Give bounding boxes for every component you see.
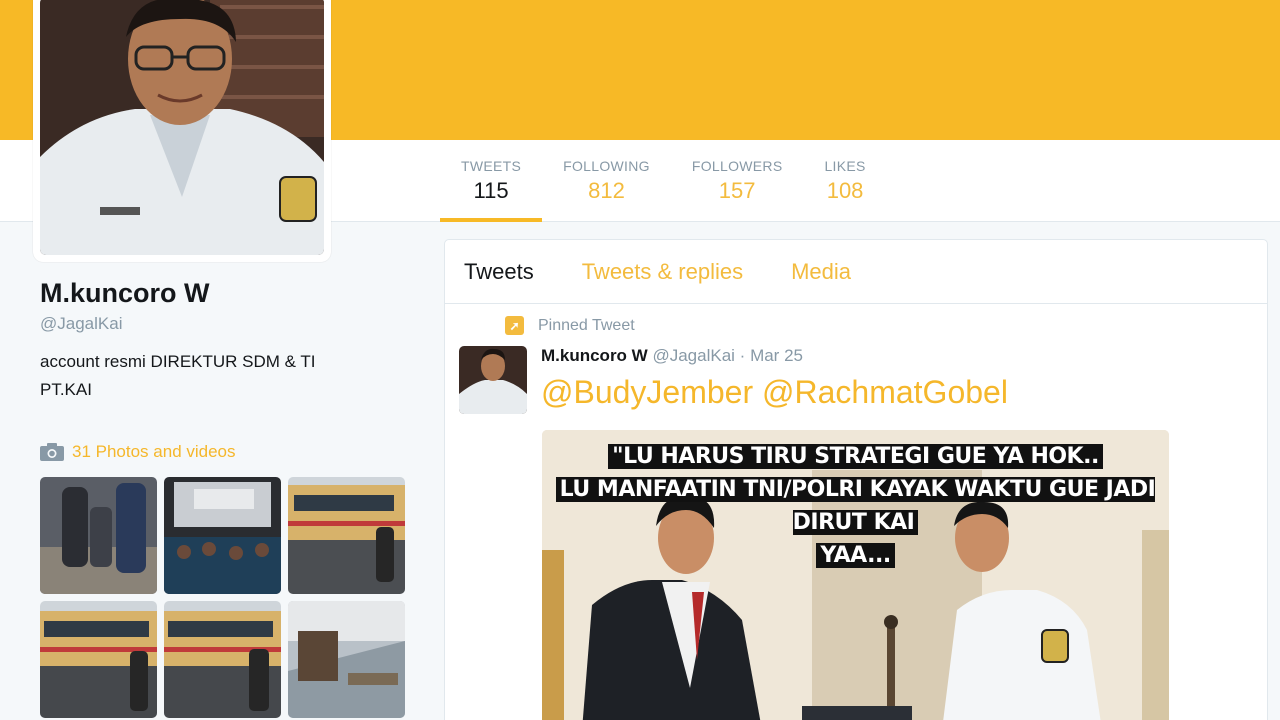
photo-grid: [40, 477, 410, 718]
pinned-label: Pinned Tweet: [538, 316, 635, 334]
tweet-header: M.kuncoro W @JagalKai · Mar 25: [541, 346, 803, 366]
tweet-text: @BudyJember @RachmatGobel: [541, 374, 1008, 411]
stat-value: 108: [826, 178, 864, 203]
meme-caption: "LU HARUS TIRU STRATEGI GUE YA HOK.. LU …: [542, 440, 1169, 572]
stat-value: 115: [473, 178, 509, 203]
meme-line: "LU HARUS TIRU STRATEGI GUE YA HOK..: [608, 444, 1103, 469]
timeline-tabs: Tweets Tweets & replies Media: [445, 240, 1267, 304]
photo-thumbnail[interactable]: [40, 601, 157, 718]
tweet-date[interactable]: Mar 25: [750, 346, 803, 365]
tweet-author-name[interactable]: M.kuncoro W: [541, 346, 648, 365]
photo-thumbnail[interactable]: [164, 477, 281, 594]
stat-likes[interactable]: LIKES 108: [803, 140, 886, 222]
timeline-panel: Tweets Tweets & replies Media ➚ Pinned T…: [444, 239, 1268, 720]
tweet-author-handle[interactable]: @JagalKai: [652, 346, 734, 365]
photo-thumbnail[interactable]: [40, 477, 157, 594]
thumbnail-image: [288, 477, 405, 594]
bio-line: account resmi DIREKTUR SDM & TI: [40, 352, 316, 371]
photos-and-videos-link[interactable]: 31 Photos and videos: [40, 442, 236, 462]
profile-stats: TWEETS 115 FOLLOWING 812 FOLLOWERS 157 L…: [440, 140, 887, 222]
mention-link[interactable]: @RachmatGobel: [762, 374, 1008, 410]
tweet-avatar-image: [459, 346, 527, 414]
tab-tweets[interactable]: Tweets: [464, 259, 534, 285]
meme-line: YAA...: [816, 543, 895, 568]
photo-thumbnail[interactable]: [288, 601, 405, 718]
stat-tweets[interactable]: TWEETS 115: [440, 140, 543, 222]
stat-label: LIKES: [824, 158, 866, 174]
pinned-tweet-header: ➚ Pinned Tweet: [505, 316, 635, 335]
stat-following[interactable]: FOLLOWING 812: [542, 140, 671, 222]
profile-avatar[interactable]: [33, 0, 331, 262]
tab-tweets-and-replies[interactable]: Tweets & replies: [582, 259, 743, 285]
stat-value: 812: [588, 178, 625, 203]
stat-label: FOLLOWING: [563, 158, 650, 174]
tab-media[interactable]: Media: [791, 259, 851, 285]
mention-link[interactable]: @BudyJember: [541, 374, 753, 410]
photos-label: 31 Photos and videos: [72, 442, 236, 461]
tweet-author-avatar[interactable]: [459, 346, 527, 414]
bio-line: PT.KAI: [40, 380, 92, 399]
profile-photo: [40, 0, 324, 255]
profile-photo-image: [40, 0, 324, 255]
thumbnail-image: [288, 601, 405, 718]
thumbnail-image: [164, 601, 281, 718]
meme-line: LU MANFAATIN TNI/POLRI KAYAK WAKTU GUE J…: [555, 477, 1156, 535]
stat-label: FOLLOWERS: [691, 158, 783, 174]
profile-bio: account resmi DIREKTUR SDM & TI PT.KAI: [40, 348, 380, 404]
photo-thumbnail[interactable]: [164, 601, 281, 718]
stat-value: 157: [718, 178, 756, 203]
photo-thumbnail[interactable]: [288, 477, 405, 594]
tweet-separator: ·: [739, 346, 746, 365]
stat-label: TWEETS: [461, 158, 522, 174]
stat-followers[interactable]: FOLLOWERS 157: [671, 140, 804, 222]
thumbnail-image: [40, 601, 157, 718]
tweet-media[interactable]: "LU HARUS TIRU STRATEGI GUE YA HOK.. LU …: [542, 430, 1169, 720]
thumbnail-image: [40, 477, 157, 594]
profile-handle[interactable]: @JagalKai: [40, 314, 122, 334]
camera-icon: [40, 443, 64, 461]
thumbnail-image: [164, 477, 281, 594]
profile-name[interactable]: M.kuncoro W: [40, 278, 210, 309]
pin-icon: ➚: [505, 316, 524, 335]
